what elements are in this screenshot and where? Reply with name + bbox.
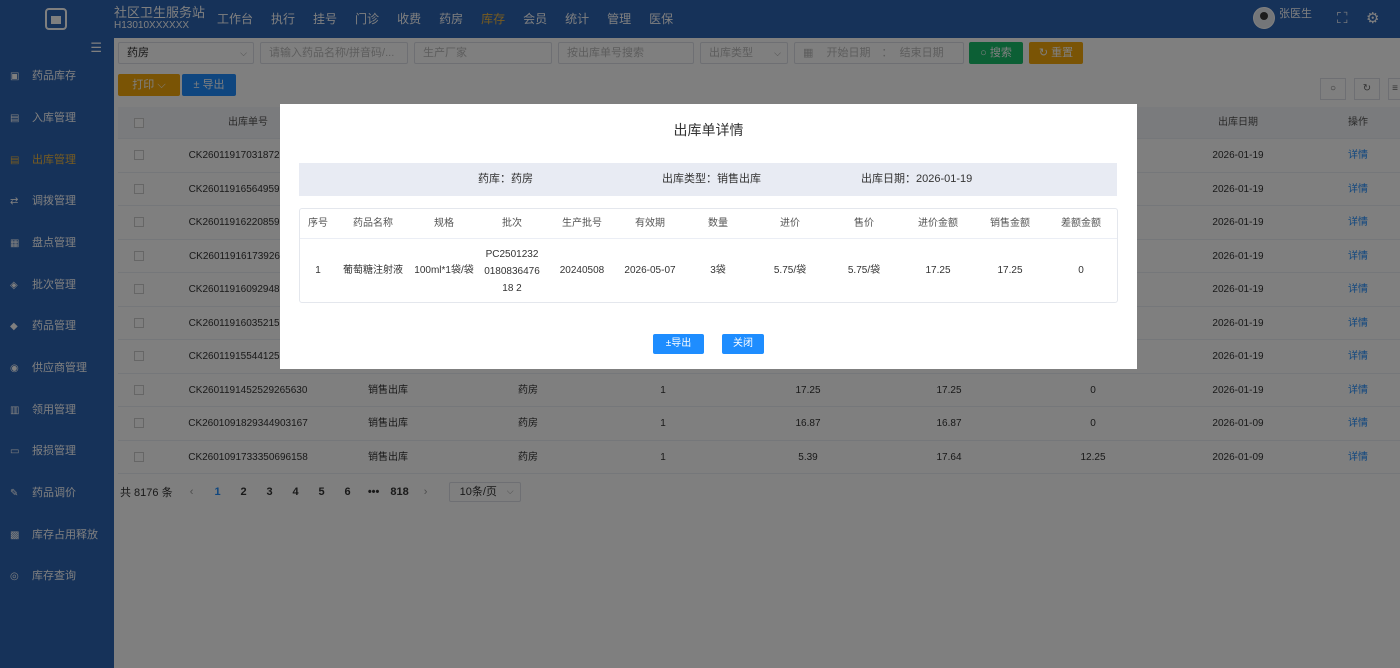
info-pharmacy: 药库：药房 — [478, 173, 533, 185]
col-sale-amount: 销售金额 — [990, 218, 1030, 229]
col-batch: 批次 — [502, 218, 522, 229]
detail-table: 序号 药品名称 规格 批次 生产批号 有效期 数量 进价 售价 进价金额 销售金… — [299, 208, 1118, 303]
cell-diff-amount: 0 — [1078, 265, 1084, 276]
modal-export-button[interactable]: ±导出 — [653, 334, 704, 354]
cell-spec: 100ml*1袋/袋 — [414, 265, 474, 276]
detail-row: 1 葡萄糖注射液 100ml*1袋/袋 PC250123201808364761… — [300, 239, 1117, 302]
col-purchase-price: 进价 — [780, 218, 800, 229]
col-sale-price: 售价 — [854, 218, 874, 229]
modal-close-button[interactable]: 关闭 — [722, 334, 764, 354]
cell-sale-amount: 17.25 — [997, 265, 1023, 276]
cell-seq: 1 — [315, 265, 321, 276]
col-spec: 规格 — [434, 218, 454, 229]
cell-sale-price: 5.75/袋 — [847, 265, 881, 276]
cell-purchase-amount: 17.25 — [925, 265, 951, 276]
col-diff-amount: 差额金额 — [1061, 218, 1101, 229]
cell-expiry: 2026-05-07 — [624, 265, 676, 276]
cell-purchase-price: 5.75/袋 — [773, 265, 807, 276]
cell-drug-name: 葡萄糖注射液 — [343, 265, 403, 276]
col-seq: 序号 — [308, 218, 328, 229]
col-lot-no: 生产批号 — [562, 218, 602, 229]
info-out-type: 出库类型：销售出库 — [662, 173, 761, 185]
modal-title: 出库单详情 — [673, 122, 744, 138]
detail-table-header: 序号 药品名称 规格 批次 生产批号 有效期 数量 进价 售价 进价金额 销售金… — [300, 209, 1117, 239]
col-quantity: 数量 — [708, 218, 728, 229]
info-out-date: 出库日期：2026-01-19 — [861, 173, 973, 185]
cell-batch: PC2501232018083647618 2 — [484, 249, 540, 294]
outbound-detail-modal: 出库单详情 药库：药房 出库类型：销售出库 出库日期：2026-01-19 序号… — [280, 104, 1137, 369]
col-expiry: 有效期 — [635, 218, 665, 229]
cell-quantity: 3袋 — [710, 265, 726, 276]
cell-lot-no: 20240508 — [559, 265, 605, 276]
order-info-bar: 药库：药房 出库类型：销售出库 出库日期：2026-01-19 — [299, 163, 1117, 196]
col-purchase-amount: 进价金额 — [918, 218, 958, 229]
col-drug-name: 药品名称 — [353, 218, 393, 229]
